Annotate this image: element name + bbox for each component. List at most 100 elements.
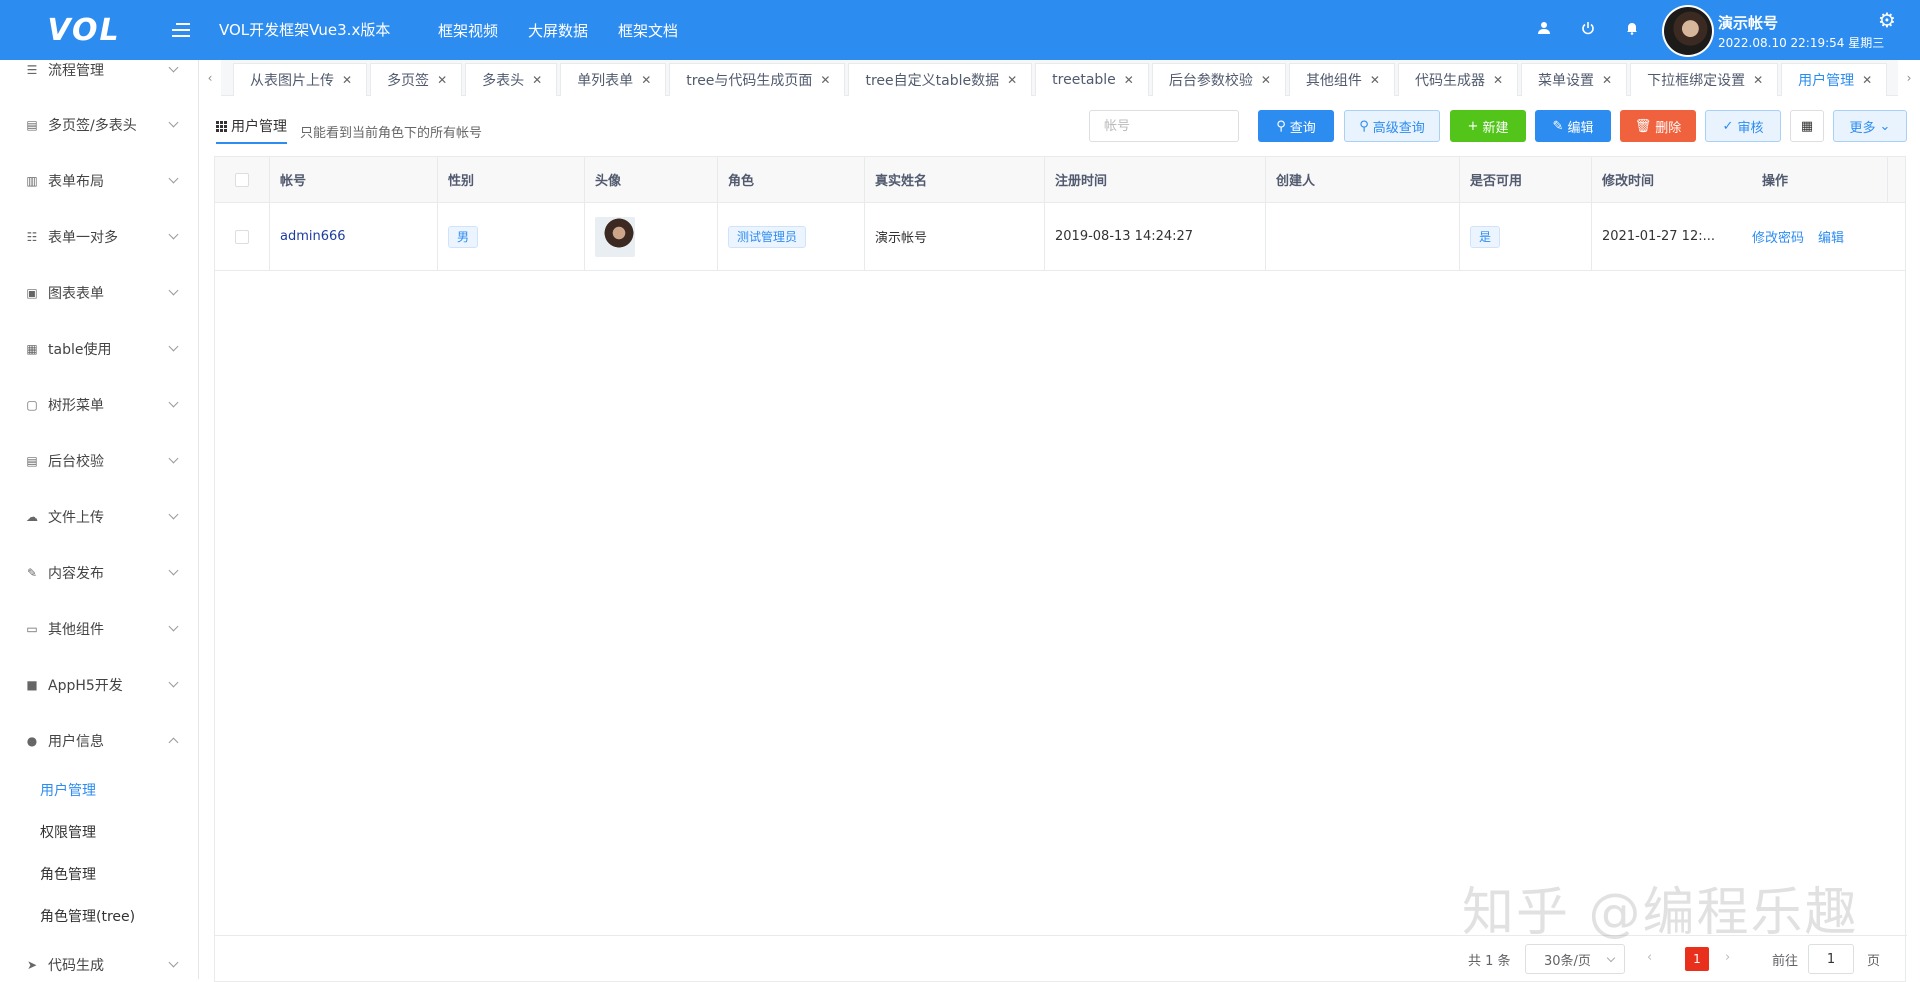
close-icon[interactable]: ✕ (342, 73, 352, 87)
column-header[interactable]: 真实姓名 (865, 157, 1045, 202)
new-button[interactable]: + 新建 (1450, 110, 1526, 142)
tab-other-components[interactable]: 其他组件 ✕ (1288, 63, 1395, 96)
sidebar-item-chart-form[interactable]: ▣ 图表表单 (0, 265, 198, 321)
gear-icon[interactable]: ⚙ (1878, 8, 1896, 32)
tab-backend-param-validation[interactable]: 后台参数校验 ✕ (1151, 63, 1286, 96)
close-icon[interactable]: ✕ (1124, 73, 1134, 87)
page-number-current[interactable]: 1 (1685, 947, 1709, 971)
gender-tag: 男 (448, 225, 479, 248)
close-icon[interactable]: ✕ (1493, 73, 1503, 87)
column-header[interactable]: 帐号 (270, 157, 438, 202)
sidebar-subitem-user-management[interactable]: 用户管理 (0, 769, 198, 811)
tab-detail-image-upload[interactable]: 从表图片上传 ✕ (233, 63, 368, 96)
close-icon[interactable]: ✕ (1007, 73, 1017, 87)
tab-tree-codegen-page[interactable]: tree与代码生成页面 ✕ (669, 63, 846, 96)
tab-label: 其他组件 (1305, 73, 1362, 89)
user-avatar[interactable] (1662, 5, 1714, 57)
edit-button[interactable]: ✎ 编辑 (1535, 110, 1611, 142)
tab-label: 菜单设置 (1538, 73, 1595, 89)
nav-framework-docs[interactable]: 框架文档 (618, 20, 678, 41)
tab-dropdown-binding[interactable]: 下拉框绑定设置 ✕ (1630, 63, 1779, 96)
sidebar-subitem-permission-management[interactable]: 权限管理 (0, 811, 198, 853)
table-row[interactable]: admin666 男 测试管理员 演示帐号 2019-08-13 14:24:2… (215, 203, 1905, 271)
column-header[interactable]: 创建人 (1266, 157, 1460, 202)
sidebar-item-backend-validation[interactable]: ▤ 后台校验 (0, 433, 198, 489)
column-header[interactable]: 是否可用 (1460, 157, 1592, 202)
tab-multi-tab[interactable]: 多页签 ✕ (370, 63, 463, 96)
prev-page-icon[interactable]: ‹ (1647, 950, 1652, 965)
sidebar-item-table-usage[interactable]: ▦ table使用 (0, 321, 198, 377)
sidebar-item-multitab[interactable]: ▤ 多页签/多表头 (0, 97, 198, 153)
close-icon[interactable]: ✕ (1261, 73, 1271, 87)
row-checkbox[interactable] (235, 229, 249, 244)
folder-icon: ▭ (26, 622, 38, 636)
page-size-select[interactable]: 30条/页 (1525, 944, 1625, 974)
column-header[interactable]: 注册时间 (1045, 157, 1266, 202)
select-all-checkbox[interactable] (235, 172, 249, 187)
close-icon[interactable]: ✕ (1370, 73, 1380, 87)
tab-user-management[interactable]: 用户管理 ✕ (1781, 63, 1888, 96)
column-header[interactable]: 头像 (585, 157, 718, 202)
page-title: 用户管理 (216, 116, 287, 144)
change-password-link[interactable]: 修改密码 (1752, 227, 1804, 246)
column-header-modified-time[interactable]: 修改时间 操作 (1592, 157, 1888, 202)
user-icon[interactable] (1534, 18, 1554, 38)
sidebar-item-tree-menu[interactable]: ▢ 树形菜单 (0, 377, 198, 433)
sidebar-item-flow[interactable]: ☰ 流程管理 (0, 60, 198, 98)
close-icon[interactable]: ✕ (1862, 73, 1872, 87)
sidebar-subitem-role-management-tree[interactable]: 角色管理(tree) (0, 895, 198, 937)
nav-bigscreen-data[interactable]: 大屏数据 (528, 20, 588, 41)
sidebar-subitem-role-management[interactable]: 角色管理 (0, 853, 198, 895)
account-search-input[interactable] (1089, 110, 1239, 142)
tab-treetable[interactable]: treetable ✕ (1035, 63, 1149, 96)
send-icon: ➤ (26, 958, 38, 972)
delete-button[interactable]: 🗑 删除 (1620, 110, 1696, 142)
tab-label: 从表图片上传 (250, 73, 334, 89)
next-page-icon[interactable]: › (1725, 950, 1730, 965)
role-tag: 测试管理员 (728, 225, 807, 248)
button-label: 查询 (1289, 120, 1316, 136)
avatar[interactable] (595, 216, 635, 257)
sidebar-item-code-generation[interactable]: ➤ 代码生成 (0, 937, 198, 979)
tab-single-form[interactable]: 单列表单 ✕ (560, 63, 667, 96)
sidebar-item-content-publish[interactable]: ✎ 内容发布 (0, 545, 198, 601)
goto-page-input[interactable] (1808, 944, 1854, 974)
sidebar-item-apph5[interactable]: ■ AppH5开发 (0, 657, 198, 713)
app-logo[interactable]: VOL (0, 0, 168, 60)
tab-menu-settings[interactable]: 菜单设置 ✕ (1521, 63, 1628, 96)
sidebar-item-other-components[interactable]: ▭ 其他组件 (0, 601, 198, 657)
button-label: 高级查询 (1372, 120, 1425, 136)
power-icon[interactable] (1578, 18, 1598, 38)
account-link[interactable]: admin666 (280, 229, 346, 244)
edit-row-link[interactable]: 编辑 (1818, 227, 1844, 246)
sidebar-item-form-layout[interactable]: ▥ 表单布局 (0, 153, 198, 209)
tab-multi-header[interactable]: 多表头 ✕ (465, 63, 558, 96)
sidebar-item-user-info[interactable]: ● 用户信息 (0, 713, 198, 769)
tabs-scroll-right-icon[interactable]: › (1898, 60, 1920, 96)
audit-button[interactable]: ✓ 审核 (1705, 110, 1781, 142)
advanced-query-button[interactable]: ⚲ 高级查询 (1344, 110, 1440, 142)
query-button[interactable]: ⚲ 查询 (1258, 110, 1334, 142)
column-header[interactable]: 性别 (438, 157, 585, 202)
column-header[interactable]: 角色 (718, 157, 865, 202)
tab-tree-custom-table[interactable]: tree自定义table数据 ✕ (848, 63, 1033, 96)
menu-toggle-icon[interactable] (172, 18, 196, 42)
close-icon[interactable]: ✕ (437, 73, 447, 87)
app-title: VOL开发框架Vue3.x版本 (219, 21, 391, 39)
sidebar-item-file-upload[interactable]: ☁ 文件上传 (0, 489, 198, 545)
more-button[interactable]: 更多 ⌄ (1833, 110, 1907, 142)
user-name: 演示帐号 (1718, 14, 1779, 32)
bell-icon[interactable] (1622, 18, 1642, 38)
close-icon[interactable]: ✕ (1753, 73, 1763, 87)
chevron-down-icon: ⌄ (1879, 118, 1891, 134)
sidebar-item-form-one-many[interactable]: ☷ 表单一对多 (0, 209, 198, 265)
close-icon[interactable]: ✕ (1602, 73, 1612, 87)
tabs-scroll-left-icon[interactable]: ‹ (199, 60, 221, 96)
close-icon[interactable]: ✕ (532, 73, 542, 87)
gender-cell: 男 (438, 203, 585, 270)
nav-framework-video[interactable]: 框架视频 (438, 20, 498, 41)
column-settings-button[interactable]: ▦ (1790, 110, 1824, 142)
tab-code-generator[interactable]: 代码生成器 ✕ (1397, 63, 1519, 96)
close-icon[interactable]: ✕ (641, 73, 651, 87)
close-icon[interactable]: ✕ (820, 73, 830, 87)
